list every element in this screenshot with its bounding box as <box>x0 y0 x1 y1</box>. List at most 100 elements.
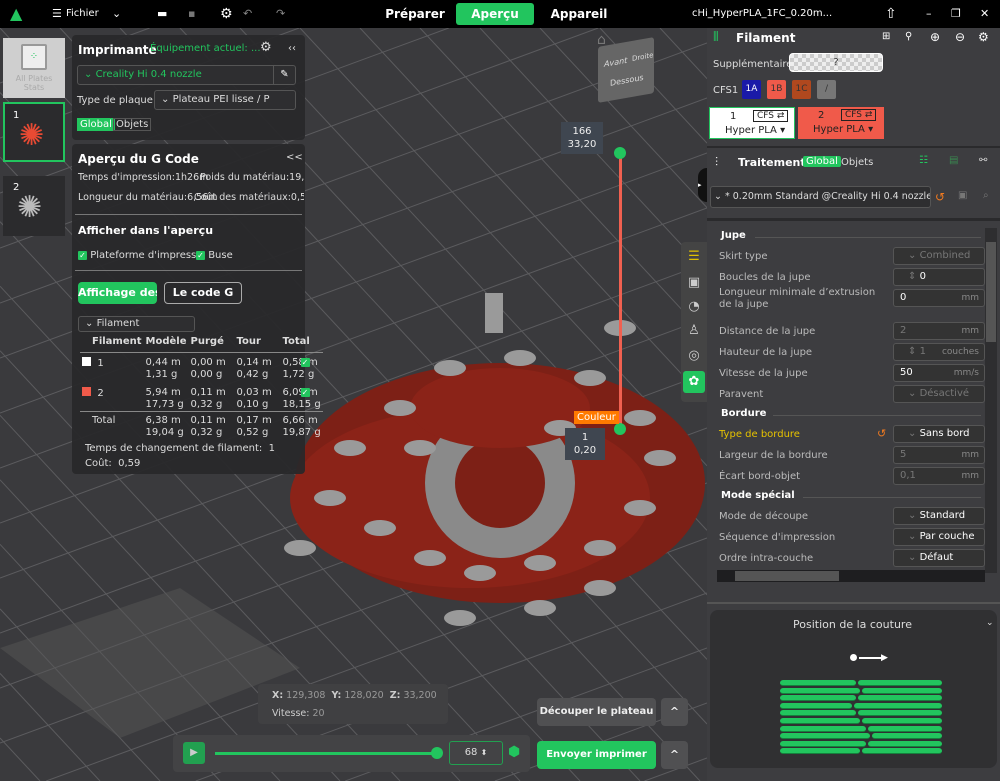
tab-apercu[interactable]: Aperçu <box>456 3 534 25</box>
select-field[interactable]: ⌄ Désactivé <box>893 385 985 403</box>
file-menu[interactable]: Fichier <box>66 0 99 28</box>
collapse-icon[interactable]: ‹‹ <box>288 43 296 54</box>
remove-filament-icon[interactable]: ⊖ <box>955 30 965 44</box>
undo-icon[interactable]: ↶ <box>243 0 252 28</box>
cfs-slot-1B[interactable]: 1B <box>767 80 786 99</box>
layer-slider-track[interactable] <box>619 152 622 430</box>
select-field[interactable]: ⌄ Par couche <box>893 528 985 546</box>
select-field[interactable]: ⌄ Combined <box>893 247 985 265</box>
list-view-icon[interactable]: ☷ <box>919 155 928 166</box>
view-cube-right[interactable]: Droite <box>632 51 653 63</box>
view-cube-front[interactable]: Avant <box>604 56 627 69</box>
layer-stepper[interactable]: 68 ⬍ <box>449 741 503 765</box>
text-field[interactable]: 0 mm <box>893 289 985 307</box>
collapse-chevrons-icon[interactable]: ⌄ <box>986 618 994 628</box>
tab-objets[interactable]: Objets <box>841 157 873 168</box>
support-icon[interactable]: ♙ <box>683 320 705 342</box>
spool-icon[interactable]: ◎ <box>683 345 705 367</box>
send-print-button[interactable]: Envoyer imprimer <box>537 741 656 769</box>
display-mode-button[interactable]: Affichage des <box>78 282 157 304</box>
view-cube[interactable]: Avant Droite Dessous <box>598 37 654 103</box>
layers-icon[interactable]: ☰ <box>683 246 705 268</box>
redo-icon[interactable]: ↷ <box>276 0 285 28</box>
process-preset-select[interactable]: ⌄ * 0.20mm Standard @Creality Hi 0.4 noz… <box>710 186 931 208</box>
checkbox-checked-icon[interactable]: ✓ <box>78 250 87 260</box>
scrollbar-thumb[interactable] <box>735 571 839 581</box>
menu-icon[interactable]: ☰ <box>52 0 62 28</box>
gear-icon[interactable]: ⚙ <box>220 0 233 28</box>
upload-cloud-icon[interactable]: ⇧ <box>885 0 897 28</box>
gear-icon[interactable]: ⚙ <box>978 30 989 44</box>
view-type-select[interactable]: ⌄ Filament <box>78 316 195 332</box>
minimize-button[interactable]: – <box>926 0 932 28</box>
select-field[interactable]: ⌄ Défaut <box>893 549 985 567</box>
filament-visible-checkbox[interactable]: ✓ <box>300 388 310 397</box>
text-field[interactable]: 0,1 mm <box>893 467 985 485</box>
select-field[interactable]: ⌄ Standard <box>893 507 985 525</box>
cfs-slot-1A[interactable]: 1A <box>742 80 761 99</box>
scrollbar-thumb[interactable] <box>986 242 996 342</box>
tab-preparer[interactable]: Préparer <box>380 3 450 25</box>
play-button[interactable]: ▶ <box>183 742 205 764</box>
search-icon[interactable]: ⌕ <box>983 190 989 201</box>
cfs-slot-1C[interactable]: 1C <box>792 80 811 99</box>
text-field[interactable]: 2 mm <box>893 322 985 340</box>
select-field[interactable]: ⌄ Sans bord <box>893 425 985 443</box>
text-field[interactable]: 50 mm/s <box>893 364 985 382</box>
chevron-down-icon[interactable]: ⌄ <box>112 0 121 28</box>
extruder-1[interactable]: 1 CFS ⇄ Hyper PLA ▾ <box>709 107 795 139</box>
edit-pencil-icon[interactable]: ✎ <box>273 66 295 84</box>
plate-type-select[interactable]: ⌄ Plateau PEI lisse / P <box>154 90 296 110</box>
color-view-icon[interactable]: ✿ <box>683 371 705 393</box>
all-plates-stats[interactable]: ⁘ All Plates Stats <box>3 38 65 98</box>
slice-options-button[interactable]: ^ <box>661 698 688 726</box>
gcode-button[interactable]: Le code G <box>164 282 242 304</box>
open-folder-icon[interactable]: ▬ <box>157 0 167 28</box>
collapse-right-panel[interactable]: ▸ <box>698 168 707 202</box>
save-icon[interactable]: ▪ <box>188 0 195 28</box>
cfs-slot-/[interactable]: / <box>817 80 836 99</box>
printer-select[interactable]: ⌄ Creality Hi 0.4 nozzle ✎ <box>77 65 296 85</box>
maximize-button[interactable]: ❐ <box>951 0 961 28</box>
tab-objets[interactable]: Objets <box>113 118 152 131</box>
filament-type-select[interactable]: Hyper PLA ▾ <box>813 124 873 135</box>
sync-icon[interactable]: ⊞ <box>882 31 890 42</box>
spin-field[interactable]: ⇕ 0 <box>893 268 985 286</box>
compare-icon[interactable]: ⚯ <box>979 155 987 166</box>
spin-field[interactable]: ⇕ 1 couches <box>893 343 985 361</box>
vertical-scrollbar[interactable] <box>985 228 997 573</box>
reset-icon[interactable]: ↺ <box>877 427 886 440</box>
show-plate-checkbox[interactable]: ✓ Plateforme d'impressio <box>78 250 196 261</box>
close-button[interactable]: ✕ <box>980 0 989 28</box>
tab-global[interactable]: Global <box>77 118 115 131</box>
text-field[interactable]: 5 mm <box>893 446 985 464</box>
checkbox-checked-icon[interactable]: ✓ <box>196 250 205 260</box>
layer-slider-bottom-handle[interactable] <box>614 423 626 435</box>
speedometer-icon[interactable]: ◔ <box>683 296 705 318</box>
home-icon[interactable]: ⌂ <box>597 32 606 48</box>
table-view-icon[interactable]: ▤ <box>949 155 958 166</box>
extra-filament-slot[interactable]: ? <box>789 53 883 72</box>
gear-icon[interactable]: ⚙ <box>260 40 272 55</box>
extruder-2[interactable]: 2 CFS ⇄ Hyper PLA ▾ <box>798 107 884 139</box>
send-options-button[interactable]: ^ <box>661 741 688 769</box>
reset-icon[interactable]: ↺ <box>935 190 945 204</box>
filament-type-select[interactable]: Hyper PLA ▾ <box>725 125 785 136</box>
layers-icon[interactable]: ⬢ <box>508 744 520 760</box>
flush-icon[interactable]: ⚲ <box>905 31 912 42</box>
save-icon[interactable]: ▣ <box>958 190 967 201</box>
tab-appareil[interactable]: Appareil <box>544 3 614 25</box>
view-cube-bottom[interactable]: Dessous <box>610 73 644 88</box>
bounding-box-icon[interactable]: ▣ <box>683 272 705 294</box>
playback-progress[interactable] <box>215 752 437 755</box>
slice-plate-button[interactable]: Découper le plateau <box>537 698 656 726</box>
plate-thumbnail-1[interactable]: 1 ✺ <box>3 102 65 162</box>
playback-handle[interactable] <box>431 747 443 759</box>
filament-visible-checkbox[interactable]: ✓ <box>300 358 310 367</box>
layer-slider-top-handle[interactable] <box>614 147 626 159</box>
tab-global[interactable]: Global <box>803 156 841 167</box>
add-filament-icon[interactable]: ⊕ <box>930 30 940 44</box>
collapse-button[interactable]: << <box>286 152 303 163</box>
show-nozzle-checkbox[interactable]: ✓ Buse <box>196 250 233 261</box>
plate-thumbnail-2[interactable]: 2 ✺ <box>3 176 65 236</box>
